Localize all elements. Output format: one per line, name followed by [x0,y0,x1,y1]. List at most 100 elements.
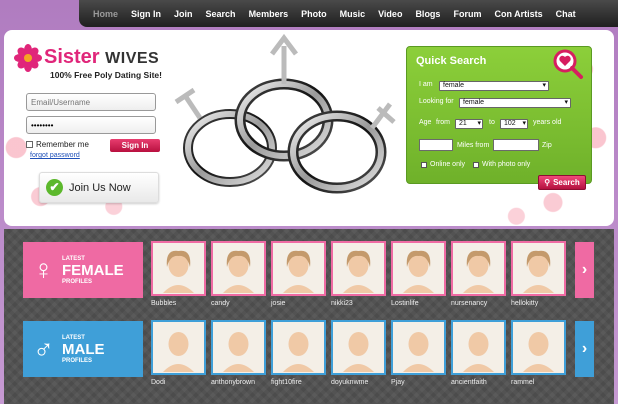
nav-blogs[interactable]: Blogs [415,9,440,19]
nav-chat[interactable]: Chat [556,9,576,19]
with-photo-checkbox[interactable] [473,161,479,168]
profile-username[interactable]: candy [211,300,230,307]
i-am-label: I am [419,81,433,88]
age-from-label: from [436,119,450,126]
chevron-down-icon: ▾ [564,99,568,106]
profile-thumbnail[interactable] [331,241,386,296]
latest-label: LATEST [62,334,85,341]
profile-thumbnail[interactable] [451,320,506,375]
quick-search-button[interactable]: ⚲ Search [538,175,586,190]
chevron-down-icon: ▾ [477,120,481,127]
online-only-label: Online only [430,161,466,168]
latest-profiles-band: ♀ LATEST FEMALE PROFILES Bubbles candy jos… [4,229,614,404]
age-from-select[interactable]: 21 ▾ [455,119,483,129]
online-only-checkbox[interactable] [421,161,427,168]
latest-female-text: LATEST FEMALE PROFILES [62,256,124,285]
profiles-label: PROFILES [62,278,93,285]
logo-title: Sister WIVES [44,46,159,69]
profile-username[interactable]: doyuknwme [331,379,368,386]
nav-music[interactable]: Music [340,9,366,19]
join-us-button[interactable]: ✔ Join Us Now [39,172,159,203]
i-am-value: female [443,82,465,89]
search-heart-icon [553,49,583,79]
quick-search-button-label: Search [553,178,580,187]
nav-sign-in[interactable]: Sign In [131,9,161,19]
profile-thumbnail[interactable] [271,241,326,296]
profile-username[interactable]: Pjay [391,379,405,386]
profile-username[interactable]: anthonybrown [211,379,255,386]
looking-for-select[interactable]: female ▾ [459,98,571,108]
with-photo-label: With photo only [482,161,531,168]
next-female-arrow[interactable]: › [575,242,594,298]
latest-label: LATEST [62,255,85,262]
sign-in-button[interactable]: Sign In [110,139,160,152]
top-nav: Home Sign In Join Search Members Photo M… [79,0,618,27]
age-to-value: 102 [504,120,516,127]
username-input[interactable] [26,93,156,111]
wedding-rings-illustration [174,33,396,194]
logo-title-sister: Sister [44,46,100,68]
profile-username[interactable]: Lostinlife [391,300,419,307]
miles-input[interactable] [419,139,453,151]
latest-female-header[interactable]: ♀ LATEST FEMALE PROFILES [23,242,143,298]
chevron-down-icon: ▾ [522,120,526,127]
remember-label: Remember me [36,140,89,149]
nav-home[interactable]: Home [93,9,118,19]
profile-username[interactable]: Bubbles [151,300,176,307]
chevron-down-icon: ▾ [542,82,546,89]
forgot-password-link[interactable]: forgot password [30,152,80,159]
zip-label: Zip [542,142,552,149]
age-to-select[interactable]: 102 ▾ [500,119,528,129]
latest-male-text: LATEST MALE PROFILES [62,335,105,364]
profile-thumbnail[interactable] [271,320,326,375]
profile-thumbnail[interactable] [151,241,206,296]
profile-thumbnail[interactable] [151,320,206,375]
profile-username[interactable]: nikki23 [331,300,353,307]
looking-for-value: female [463,99,485,106]
profile-username[interactable]: ancientfaith [451,379,487,386]
flower-icon [14,44,42,72]
profile-thumbnail[interactable] [391,241,446,296]
profile-username[interactable]: fight10fire [271,379,302,386]
nav-members[interactable]: Members [249,9,289,19]
profile-thumbnail[interactable] [511,320,566,375]
nav-join[interactable]: Join [174,9,193,19]
profile-thumbnail[interactable] [331,320,386,375]
online-only-option[interactable]: Online only [421,161,465,168]
profile-thumbnail[interactable] [211,320,266,375]
nav-forum[interactable]: Forum [453,9,481,19]
nav-photo[interactable]: Photo [301,9,327,19]
login-form [26,93,160,139]
remember-checkbox[interactable] [26,141,33,148]
nav-video[interactable]: Video [378,9,402,19]
quick-search-panel: Quick Search I am female ▾ Looking for f… [406,46,592,190]
magnifier-icon: ⚲ [544,178,551,187]
logo-tagline: 100% Free Poly Dating Site! [50,70,162,80]
i-am-select[interactable]: female ▾ [439,81,549,91]
quick-search-title: Quick Search [416,55,487,67]
age-label: Age [419,119,432,126]
looking-for-label: Looking for [419,98,454,105]
nav-search[interactable]: Search [206,9,236,19]
profile-thumbnail[interactable] [211,241,266,296]
profile-thumbnail[interactable] [511,241,566,296]
profile-username[interactable]: Dodi [151,379,165,386]
with-photo-option[interactable]: With photo only [473,161,530,168]
profile-username[interactable]: nursenancy [451,300,487,307]
nav-con-artists[interactable]: Con Artists [494,9,542,19]
female-symbol-icon: ♀ [33,254,54,285]
profile-username[interactable]: rammel [511,379,534,386]
next-male-arrow[interactable]: › [575,321,594,377]
remember-me[interactable]: Remember me [26,140,89,149]
female-label: FEMALE [62,261,124,279]
years-old-label: years old [533,119,562,126]
profile-username[interactable]: josie [271,300,285,307]
latest-male-header[interactable]: ♂ LATEST MALE PROFILES [23,321,143,377]
password-input[interactable] [26,116,156,134]
profile-thumbnail[interactable] [451,241,506,296]
zip-input[interactable] [493,139,539,151]
male-symbol-icon: ♂ [33,333,54,364]
profile-thumbnail[interactable] [391,320,446,375]
male-label: MALE [62,340,105,358]
profile-username[interactable]: hellokitty [511,300,538,307]
